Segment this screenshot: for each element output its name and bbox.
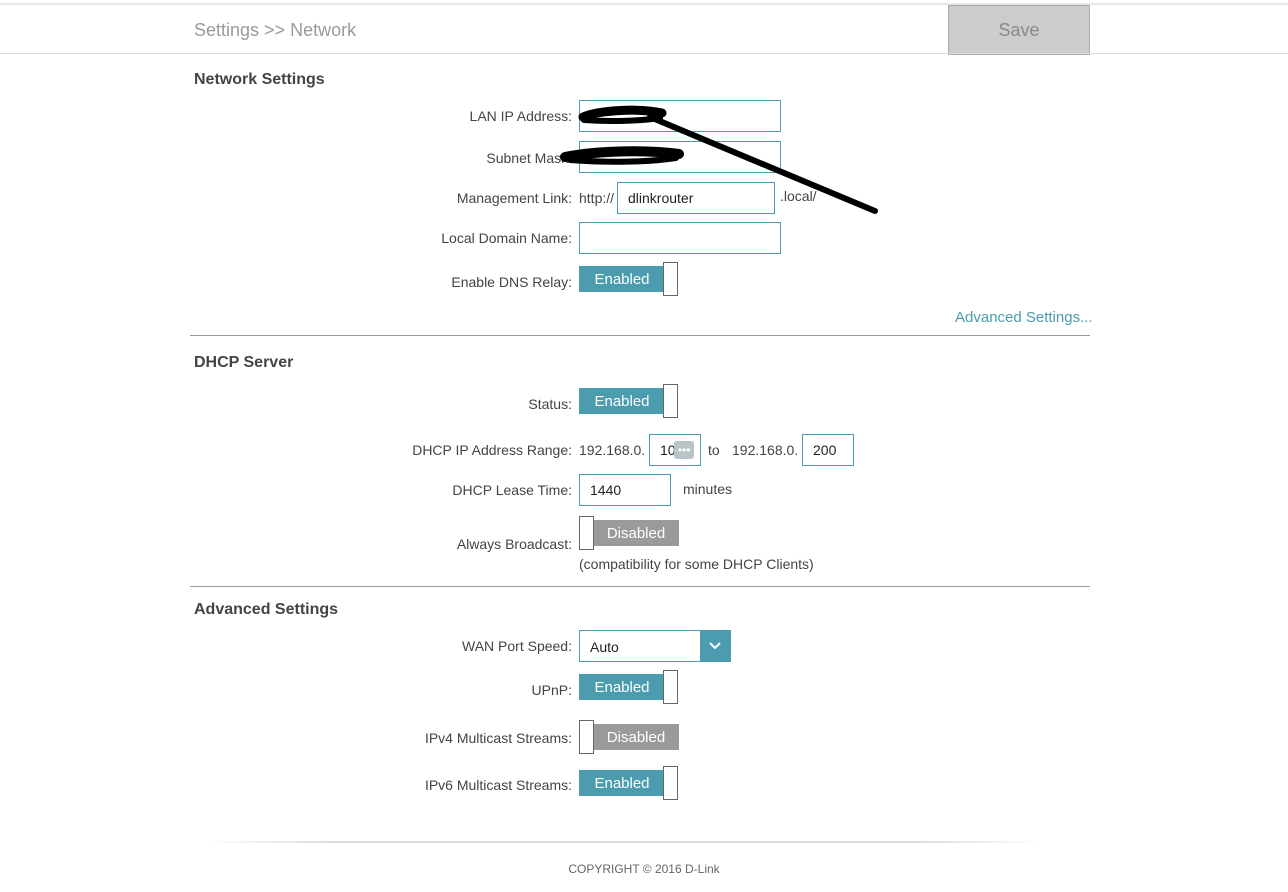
wan-port-speed-value: Auto bbox=[590, 639, 619, 655]
always-broadcast-label: Always Broadcast: bbox=[456, 536, 572, 552]
ipv6-multicast-label: IPv6 Multicast Streams: bbox=[424, 777, 572, 793]
toggle-knob bbox=[579, 720, 594, 754]
upnp-state: Enabled bbox=[579, 674, 665, 700]
toggle-knob bbox=[579, 516, 594, 550]
always-broadcast-toggle[interactable]: Disabled bbox=[579, 516, 679, 550]
upnp-label: UPnP: bbox=[531, 682, 572, 698]
wan-port-speed-select[interactable]: Auto bbox=[579, 630, 731, 662]
ellipsis-icon[interactable]: ••• bbox=[674, 441, 694, 459]
dhcp-range-to: to bbox=[708, 442, 720, 458]
dhcp-range-label: DHCP IP Address Range: bbox=[412, 442, 572, 458]
dhcp-status-state: Enabled bbox=[579, 388, 665, 414]
always-broadcast-state: Disabled bbox=[593, 520, 679, 546]
dhcp-range-start-prefix: 192.168.0. bbox=[579, 442, 646, 458]
wan-port-speed-label: WAN Port Speed: bbox=[462, 638, 572, 654]
toggle-knob bbox=[663, 670, 678, 704]
dhcp-lease-unit: minutes bbox=[683, 481, 733, 497]
footer-copyright: COPYRIGHT © 2016 D-Link bbox=[568, 862, 720, 876]
toggle-knob bbox=[663, 766, 678, 800]
toggle-knob bbox=[663, 384, 678, 418]
dhcp-status-toggle[interactable]: Enabled bbox=[579, 384, 679, 418]
dhcp-range-end-prefix: 192.168.0. bbox=[732, 442, 799, 458]
always-broadcast-note: (compatibility for some DHCP Clients) bbox=[579, 556, 814, 572]
section-title-advanced-settings: Advanced Settings bbox=[194, 601, 339, 618]
ipv4-multicast-state: Disabled bbox=[593, 724, 679, 750]
chevron-down-icon[interactable] bbox=[700, 631, 730, 661]
dhcp-range-start-input[interactable]: 10 ••• bbox=[649, 434, 701, 466]
section-divider bbox=[190, 586, 1090, 587]
ipv6-multicast-state: Enabled bbox=[579, 770, 665, 796]
ipv6-multicast-toggle[interactable]: Enabled bbox=[579, 766, 679, 800]
dhcp-lease-input[interactable]: 1440 bbox=[579, 474, 671, 506]
dhcp-status-label: Status: bbox=[528, 396, 572, 412]
section-divider bbox=[190, 335, 1090, 336]
upnp-toggle[interactable]: Enabled bbox=[579, 670, 679, 704]
ipv4-multicast-toggle[interactable]: Disabled bbox=[579, 720, 679, 754]
dhcp-range-end-input[interactable]: 200 bbox=[802, 434, 854, 466]
ipv4-multicast-label: IPv4 Multicast Streams: bbox=[424, 730, 572, 746]
dhcp-lease-label: DHCP Lease Time: bbox=[452, 482, 572, 498]
section-title-dhcp-server: DHCP Server bbox=[194, 354, 294, 371]
footer-divider bbox=[205, 841, 1045, 843]
